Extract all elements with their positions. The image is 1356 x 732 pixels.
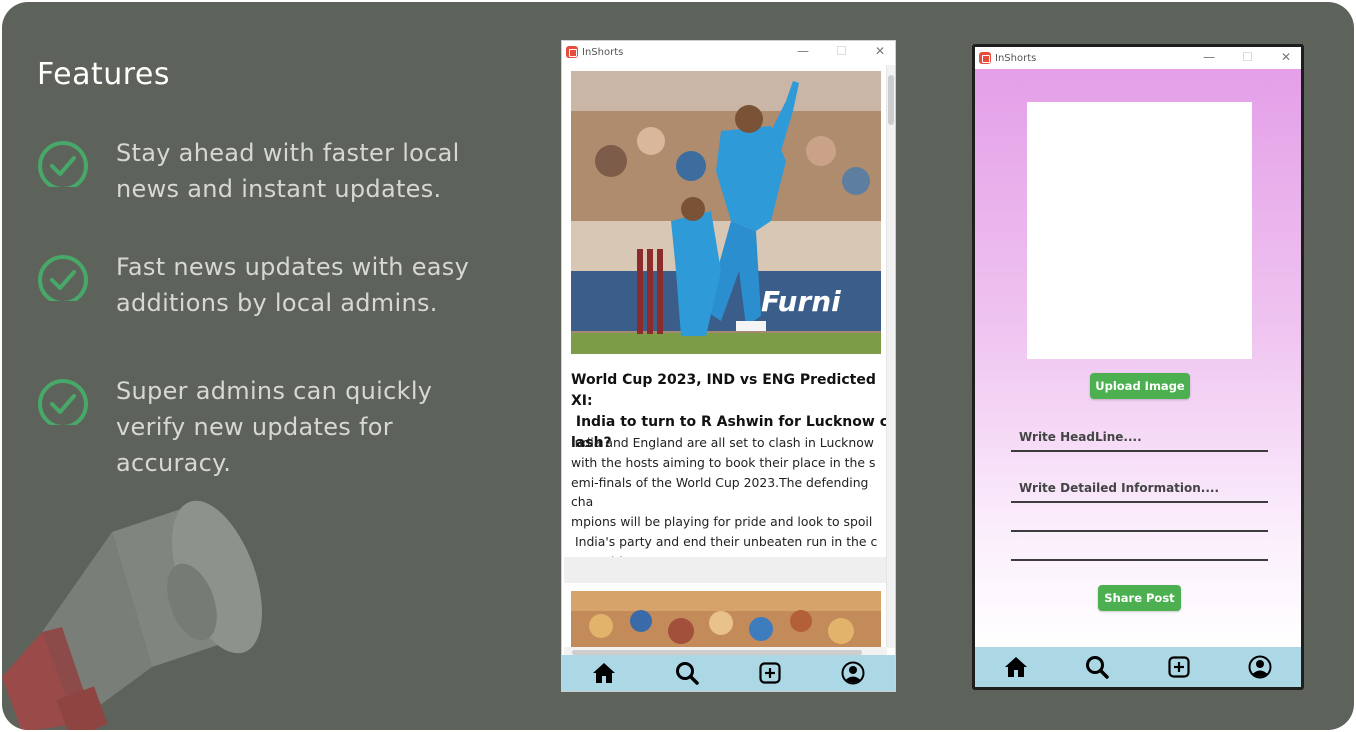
check-circle-icon — [38, 379, 88, 425]
check-circle-icon — [38, 141, 88, 187]
scrollbar-thumb[interactable] — [888, 75, 894, 125]
headline-line: World Cup 2023, IND vs ENG Predicted XI: — [571, 372, 876, 409]
maximize-button[interactable]: ☐ — [836, 44, 847, 58]
headline-line: India to turn to R Ashwin for Lucknow c — [571, 414, 887, 430]
add-post-icon — [1168, 656, 1190, 678]
news-body: India and England are all set to clash i… — [571, 433, 883, 572]
details-input-line[interactable] — [1011, 559, 1268, 561]
profile-icon — [1248, 655, 1272, 679]
feature-line: Stay ahead with faster local — [116, 139, 460, 167]
megaphone-icon — [2, 500, 262, 730]
vertical-scrollbar[interactable] — [887, 65, 895, 648]
window-title: InShorts — [582, 46, 624, 58]
body-line: mpions will be playing for pride and loo… — [571, 514, 873, 530]
feature-line: additions by local admins. — [116, 289, 438, 317]
feature-text: Stay ahead with faster local news and in… — [116, 135, 476, 207]
body-line: with the hosts aiming to book their plac… — [571, 454, 876, 470]
app-logo-icon — [979, 52, 991, 64]
features-title: Features — [37, 57, 170, 92]
share-post-button[interactable]: Share Post — [1098, 585, 1181, 611]
home-icon — [592, 663, 615, 683]
upload-image-button[interactable]: Upload Image — [1090, 373, 1190, 399]
body-line: India and England are all set to clash i… — [571, 435, 874, 450]
crowd-photo-icon — [571, 591, 881, 648]
minimize-button[interactable]: — — [797, 44, 809, 58]
body-line: India's party and end their unbeaten run… — [571, 533, 878, 549]
window-title: InShorts — [995, 52, 1037, 64]
app-logo-icon — [566, 46, 578, 58]
close-button[interactable]: ✕ — [1281, 50, 1291, 64]
profile-icon — [841, 661, 865, 685]
feature-line: news and instant updates. — [116, 175, 442, 203]
feature-text: Fast news updates with easy additions by… — [116, 249, 476, 321]
news-image[interactable]: Furni — [571, 71, 881, 354]
search-button[interactable] — [1083, 653, 1111, 681]
profile-button[interactable] — [1246, 653, 1274, 681]
feature-item: Super admins can quickly verify new upda… — [37, 373, 476, 481]
title-bar: InShorts — ☐ ✕ — [562, 41, 895, 63]
add-post-button[interactable] — [756, 659, 784, 687]
feature-text: Super admins can quickly verify new upda… — [116, 373, 476, 481]
feature-item: Stay ahead with faster local news and in… — [37, 135, 476, 207]
details-input[interactable]: Write Detailed Information.... — [1011, 475, 1268, 503]
search-icon — [675, 662, 699, 685]
search-icon — [1086, 656, 1109, 679]
title-bar: InShorts — ☐ ✕ — [975, 47, 1301, 69]
bottom-nav — [975, 647, 1301, 687]
home-icon — [1004, 657, 1027, 677]
profile-button[interactable] — [839, 659, 867, 687]
close-button[interactable]: ✕ — [875, 44, 885, 58]
feature-item: Fast news updates with easy additions by… — [37, 249, 476, 321]
feature-line: accuracy. — [116, 449, 232, 477]
headline-input[interactable]: Write HeadLine.... — [1011, 424, 1268, 452]
maximize-button[interactable]: ☐ — [1242, 50, 1253, 64]
home-button[interactable] — [1002, 653, 1030, 681]
search-button[interactable] — [673, 659, 701, 687]
card-separator — [564, 557, 886, 583]
bottom-nav — [562, 655, 895, 691]
home-button[interactable] — [590, 659, 618, 687]
add-post-icon — [759, 662, 781, 684]
feature-line: verify new updates for — [116, 413, 393, 441]
feature-line: Fast news updates with easy — [116, 253, 470, 281]
news-feed[interactable]: Furni World Cup 2023, IND vs ENG Predict… — [564, 65, 887, 648]
minimize-button[interactable]: — — [1203, 50, 1215, 64]
news-image[interactable] — [571, 591, 881, 648]
body-line: emi-finals of the World Cup 2023.The def… — [571, 474, 869, 510]
svg-text:Furni: Furni — [761, 285, 841, 318]
image-preview[interactable] — [1027, 102, 1252, 359]
add-post-button[interactable] — [1165, 653, 1193, 681]
feature-line: Super admins can quickly — [116, 377, 433, 405]
create-post-form: Upload Image Write HeadLine.... Write De… — [975, 69, 1301, 647]
news-feed-window: InShorts — ☐ ✕ Furni World Cup 2023, IND… — [561, 40, 896, 692]
details-input-line[interactable] — [1011, 530, 1268, 532]
cricket-photo-icon: Furni — [571, 71, 881, 354]
check-circle-icon — [38, 255, 88, 301]
create-post-window: InShorts — ☐ ✕ Upload Image Write HeadLi… — [972, 44, 1304, 690]
